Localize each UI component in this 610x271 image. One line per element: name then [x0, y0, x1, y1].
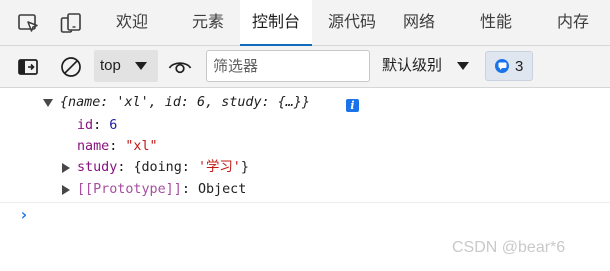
issues-message-icon	[495, 59, 509, 73]
devtools-tab-bar: 欢迎 元素 控制台 源代码 网络 性能 内存	[0, 0, 610, 46]
device-emulation-icon[interactable]	[58, 10, 84, 36]
chevron-down-icon	[135, 62, 147, 70]
expand-caret-right-icon[interactable]	[62, 185, 70, 195]
issues-count: 3	[515, 57, 524, 75]
tab-sources[interactable]: 源代码	[319, 0, 385, 45]
prototype-text: [[Prototype]]: Object	[77, 179, 246, 201]
expand-caret-right-icon[interactable]	[62, 163, 70, 173]
prototype-value: Object	[197, 182, 247, 197]
expand-caret-down-icon[interactable]	[43, 99, 53, 107]
console-output: {name: 'xl', id: 6, study: {…}} i id: 6 …	[0, 89, 610, 271]
execution-context-select[interactable]: top	[94, 50, 158, 82]
clear-console-icon[interactable]	[58, 54, 84, 80]
console-toolbar: top 默认级别 3	[0, 46, 610, 88]
live-expression-eye-icon[interactable]	[167, 54, 193, 80]
execution-context-label: top	[100, 57, 121, 74]
property-separator: :	[117, 160, 134, 175]
study-text: study: {doing: '学习'}	[77, 157, 249, 179]
tab-console[interactable]: 控制台	[240, 0, 312, 46]
toggle-sidebar-icon[interactable]	[15, 54, 41, 80]
property-row-name: name: "xl"	[77, 136, 158, 158]
property-separator: :	[93, 118, 110, 133]
tab-memory[interactable]: 内存	[547, 0, 599, 45]
property-separator: :	[181, 182, 198, 197]
chevron-down-icon	[457, 62, 469, 70]
property-row-id: id: 6	[77, 115, 117, 137]
console-prompt-icon[interactable]: ›	[19, 205, 29, 224]
property-separator: :	[109, 139, 126, 154]
console-filter-input[interactable]	[206, 50, 370, 82]
property-key: name	[77, 139, 110, 154]
property-key: id	[77, 118, 94, 133]
property-key: study	[77, 160, 118, 175]
property-value-number: 6	[109, 118, 118, 133]
watermark: CSDN @bear*6	[452, 239, 566, 256]
tab-performance[interactable]: 性能	[470, 0, 522, 45]
inspect-element-icon[interactable]	[15, 10, 41, 36]
nested-object-close: }	[240, 160, 249, 175]
property-value-string: '学习'	[197, 160, 241, 175]
console-object-entry[interactable]: {name: 'xl', id: 6, study: {…}} i	[0, 92, 370, 114]
nested-object-open: {doing:	[133, 160, 198, 175]
issues-counter-button[interactable]: 3	[485, 51, 533, 81]
tab-elements[interactable]: 元素	[181, 0, 235, 45]
console-divider	[0, 202, 610, 203]
tab-welcome[interactable]: 欢迎	[105, 0, 159, 45]
property-key: [[Prototype]]	[77, 182, 182, 197]
property-row-prototype[interactable]: [[Prototype]]: Object	[0, 179, 300, 201]
info-icon[interactable]: i	[346, 99, 359, 112]
tab-network[interactable]: 网络	[393, 0, 445, 45]
property-value-string: "xl"	[125, 139, 158, 154]
object-preview: {name: 'xl', id: 6, study: {…}}	[60, 95, 310, 110]
property-row-study[interactable]: study: {doing: '学习'}	[0, 157, 300, 179]
log-level-label: 默认级别	[382, 57, 443, 74]
log-level-dropdown[interactable]: 默认级别	[382, 50, 474, 82]
